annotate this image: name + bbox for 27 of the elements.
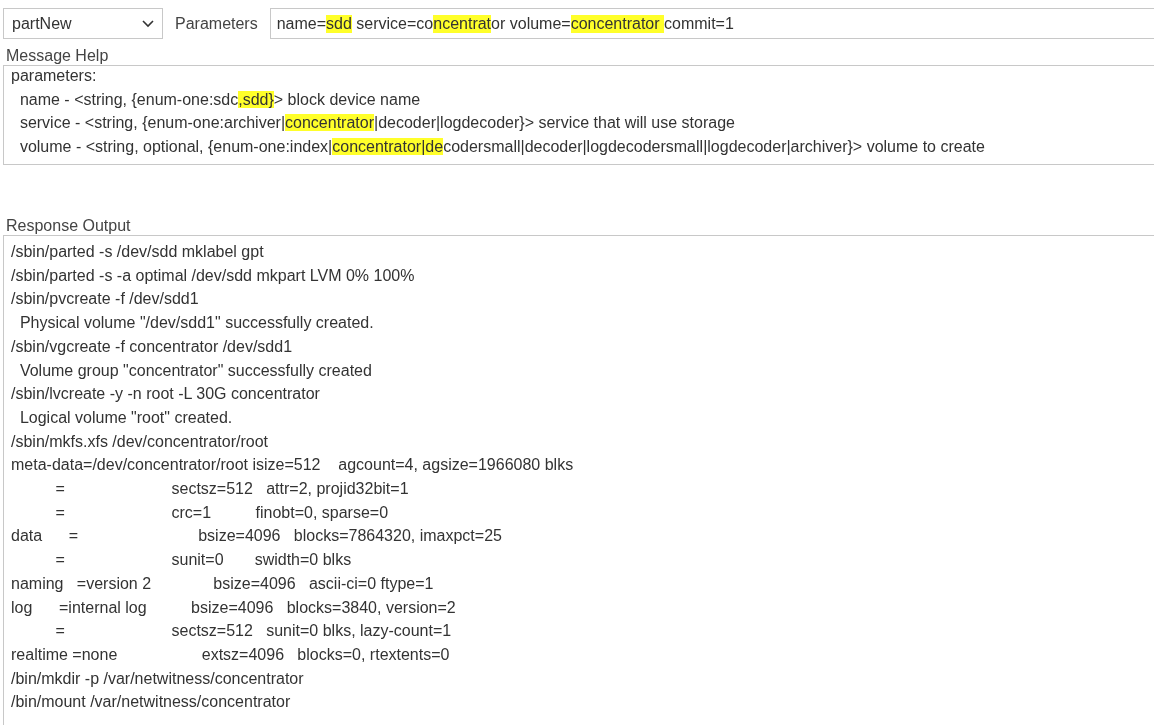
output-line: = sectsz=512 sunit=0 blks, lazy-count=1	[54, 621, 453, 642]
output-line: data = bsize=4096 blocks=7864320, imaxpct=25	[11, 526, 503, 547]
output-line: = sectsz=512 attr=2, projid32bit=1	[54, 479, 410, 500]
output-line: Volume group "concentrator" successfully created	[18, 360, 373, 381]
output-line: meta-data=/dev/concentrator/root isize=512 agcount=4, agsize=1966080 blks	[11, 455, 575, 476]
output-line: /sbin/pvcreate -f /dev/sdd1	[11, 289, 200, 310]
output-line: realtime =none extsz=4096 blocks=0, rtextents=0	[11, 644, 451, 665]
output-line: naming =version 2 bsize=4096 ascii-ci=0 ftype=1	[11, 573, 435, 594]
command-dropdown[interactable]: partNew	[3, 8, 163, 39]
output-line: = crc=1 finobt=0, sparse=0	[54, 502, 390, 523]
parameters-label: Parameters	[175, 14, 258, 33]
output-line: /sbin/mkfs.xfs /dev/concentrator/root	[11, 431, 269, 452]
output-line: /sbin/lvcreate -y -n root -L 30G concentrator	[11, 384, 321, 405]
message-help-label: Message Help	[5, 46, 110, 65]
help-text-line: volume - <string, optional, {enum-one:index|concentrator|decodersmall|decoder|logdecodersmall|logdecoder|archiver}> volume to create	[18, 136, 986, 157]
response-output-label: Response Output	[5, 216, 132, 235]
output-line: log =internal log bsize=4096 blocks=3840, version=2	[11, 597, 457, 618]
output-line: /bin/mkdir -p /var/netwitness/concentrator	[11, 668, 305, 689]
output-line: /sbin/vgcreate -f concentrator /dev/sdd1	[11, 336, 294, 357]
help-text-line: parameters:	[11, 66, 98, 86]
output-line: /sbin/parted -s -a optimal /dev/sdd mkpart LVM 0% 100%	[11, 265, 416, 286]
output-line: Physical volume "/dev/sdd1" successfully created.	[18, 313, 375, 334]
chevron-down-icon	[142, 19, 154, 28]
output-line: = sunit=0 swidth=0 blks	[54, 550, 353, 571]
output-line: Logical volume "root" created.	[18, 407, 234, 428]
output-line: /sbin/parted -s /dev/sdd mklabel gpt	[11, 242, 265, 262]
output-line: /bin/mount /var/netwitness/concentrator	[11, 692, 292, 713]
